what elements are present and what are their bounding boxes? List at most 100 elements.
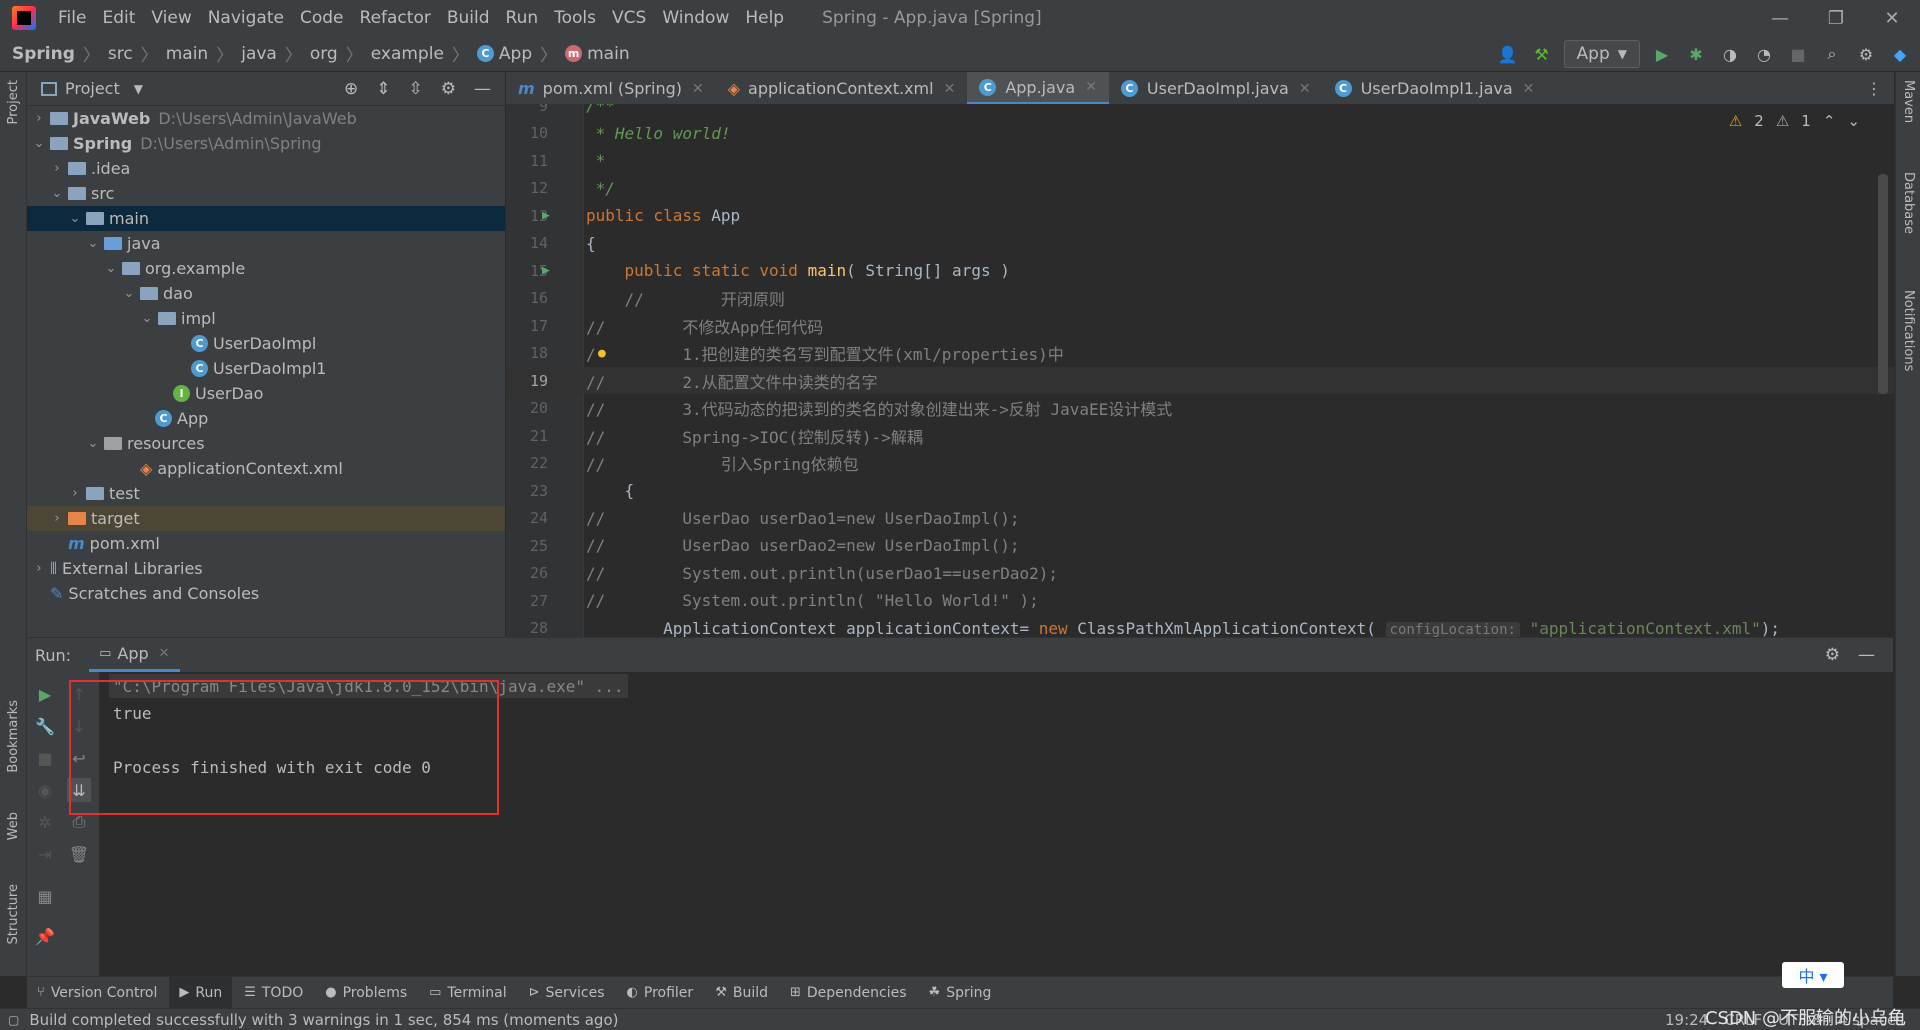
run-config-select[interactable]: App ▼ <box>1563 40 1640 68</box>
hide-icon[interactable]: — <box>1858 645 1875 665</box>
expand-all-icon[interactable]: ⇕ <box>376 79 390 99</box>
tree-item-external-libraries[interactable]: › ⦀ External Libraries <box>27 556 505 581</box>
chevron-right-icon[interactable]: › <box>49 161 65 176</box>
breadcrumb-item[interactable]: C App 〉 <box>476 41 565 66</box>
more-tabs-icon[interactable]: ⋮ <box>1854 72 1894 105</box>
editor-scrollbar[interactable] <box>1878 174 1888 394</box>
chevron-down-icon[interactable]: ⌄ <box>121 286 137 301</box>
code-line[interactable]: 14 { <box>506 230 1894 257</box>
project-panel-title[interactable]: Project <box>65 79 120 98</box>
hide-icon[interactable]: — <box>474 79 491 99</box>
locate-icon[interactable]: ⊕ <box>344 79 358 99</box>
code-line[interactable]: 27 // System.out.println( "Hello World!" … <box>506 587 1894 614</box>
breadcrumb-item[interactable]: src 〉 <box>108 41 166 67</box>
maven-tool-label[interactable]: Maven <box>1901 80 1916 123</box>
tree-item-java[interactable]: ⌄ java <box>27 231 505 256</box>
search-icon[interactable]: ⌕ <box>1820 42 1844 66</box>
tool-tab-dependencies[interactable]: ⊞ Dependencies <box>780 977 917 1009</box>
menu-navigate[interactable]: Navigate <box>200 0 292 36</box>
run-gutter-icon[interactable]: ▶ <box>542 208 550 223</box>
tool-tab-terminal[interactable]: ▭ Terminal <box>419 977 516 1009</box>
tree-item-scratches-and-consoles[interactable]: ✎ Scratches and Consoles <box>27 581 505 606</box>
run-gutter-icon[interactable]: ▶ <box>542 263 550 278</box>
code-line[interactable]: 25 // UserDao userDao2=new UserDaoImpl(); <box>506 532 1894 559</box>
tool-tab-spring[interactable]: ☘ Spring <box>919 977 1002 1009</box>
code-line[interactable]: 9 /** <box>506 104 1894 119</box>
breadcrumb-item[interactable]: java 〉 <box>241 41 310 67</box>
menu-refactor[interactable]: Refactor <box>352 0 439 36</box>
ime-widget[interactable]: 中 ▾ <box>1782 962 1844 988</box>
close-icon[interactable]: ✕ <box>692 81 704 97</box>
tool-tab-version-control[interactable]: ⑂ Version Control <box>27 977 167 1009</box>
user-icon[interactable]: 👤 <box>1496 42 1520 66</box>
tree-item-spring[interactable]: ⌄ Spring D:\Users\Admin\Spring <box>27 131 505 156</box>
code-line[interactable]: 10 * Hello world! <box>506 120 1894 147</box>
tab-pom-xml-spring-[interactable]: m pom.xml (Spring) ✕ <box>506 72 716 105</box>
tree-item-src[interactable]: ⌄ src <box>27 181 505 206</box>
tree-item-userdaoimpl[interactable]: C UserDaoImpl <box>27 331 505 356</box>
structure-tool-label[interactable]: Structure <box>6 884 21 944</box>
chevron-down-icon[interactable]: ⌄ <box>49 186 65 201</box>
tool-tab-run[interactable]: ▶ Run <box>169 976 233 1009</box>
code-line[interactable]: 17 // 不修改App任何代码 <box>506 312 1894 339</box>
tool-tab-problems[interactable]: ● Problems <box>315 977 417 1009</box>
tab-app-java[interactable]: C App.java ✕ <box>967 72 1109 105</box>
bookmarks-tool-label[interactable]: Bookmarks <box>6 700 21 773</box>
breadcrumb-item[interactable]: main 〉 <box>166 41 241 67</box>
tree-item-app[interactable]: C App <box>27 406 505 431</box>
coverage-icon[interactable]: ◑ <box>1718 42 1742 66</box>
tree-item-org-example[interactable]: ⌄ org.example <box>27 256 505 281</box>
menu-window[interactable]: Window <box>654 0 737 36</box>
tree-item-userdao[interactable]: I UserDao <box>27 381 505 406</box>
chevron-down-icon[interactable]: ▼ <box>134 82 143 96</box>
code-editor[interactable]: 9/** 10 * Hello world! 11 * 12 */13 ▶ public … <box>506 104 1894 637</box>
run-tab-app[interactable]: ▭ App ✕ <box>89 638 180 672</box>
menu-vcs[interactable]: VCS <box>604 0 654 36</box>
chevron-down-icon[interactable]: ⌄ <box>139 311 155 326</box>
code-line[interactable]: 26 // System.out.println(userDao1==userDa… <box>506 560 1894 587</box>
profile-icon[interactable]: ◔ <box>1752 42 1776 66</box>
close-window-button[interactable]: ✕ <box>1864 0 1920 36</box>
close-icon[interactable]: ✕ <box>159 646 170 661</box>
close-icon[interactable]: ✕ <box>944 81 956 97</box>
settings-gear-icon[interactable]: ⚙ <box>1854 42 1878 66</box>
code-line[interactable]: 23 { <box>506 477 1894 504</box>
code-line[interactable]: 24 // UserDao userDao1=new UserDaoImpl(); <box>506 505 1894 532</box>
close-icon[interactable]: ✕ <box>1299 81 1311 97</box>
tree-item-applicationcontext-xml[interactable]: ◈ applicationContext.xml <box>27 456 505 481</box>
collapse-all-icon[interactable]: ⇳ <box>409 79 423 99</box>
menu-view[interactable]: View <box>143 0 199 36</box>
code-line[interactable]: 18 / 1.把创建的类名写到配置文件(xml/properties)中 ● <box>506 340 1894 367</box>
tool-tab-profiler[interactable]: ◐ Profiler <box>617 977 704 1009</box>
code-line[interactable]: 20 // 3.代码动态的把读到的类名的对象创建出来->反射 JavaEE设计模式 <box>506 395 1894 422</box>
menu-tools[interactable]: Tools <box>546 0 604 36</box>
code-line[interactable]: 16 // 开闭原则 <box>506 285 1894 312</box>
layout-icon[interactable]: ▦ <box>33 884 57 908</box>
chevron-down-icon[interactable]: ⌄ <box>31 136 47 151</box>
chevron-right-icon[interactable]: › <box>31 561 47 576</box>
web-tool-label[interactable]: Web <box>6 812 21 840</box>
stop-icon[interactable]: ■ <box>1786 42 1810 66</box>
tree-item-target[interactable]: › target <box>27 506 505 531</box>
build-hammer-icon[interactable]: ⚒ <box>1530 42 1554 66</box>
tree-item-userdaoimpl1[interactable]: C UserDaoImpl1 <box>27 356 505 381</box>
code-line[interactable]: 22 // 引入Spring依赖包 <box>506 450 1894 477</box>
debug-icon[interactable]: ✱ <box>1684 42 1708 66</box>
run-icon[interactable]: ▶ <box>1650 42 1674 66</box>
chevron-right-icon[interactable]: › <box>49 511 65 526</box>
tree-item--idea[interactable]: › .idea <box>27 156 505 181</box>
tool-tab-todo[interactable]: ☰ TODO <box>234 977 313 1009</box>
breadcrumb-item[interactable]: Spring 〉 <box>12 41 108 67</box>
code-line[interactable]: 28 ApplicationContext applicationContext… <box>506 615 1894 637</box>
close-icon[interactable]: ✕ <box>1085 79 1097 95</box>
breadcrumb-item[interactable]: m main <box>565 44 630 64</box>
menu-help[interactable]: Help <box>737 0 792 36</box>
caret-position[interactable]: 19:24 <box>1665 1011 1708 1029</box>
login-icon[interactable]: ⇥ <box>33 842 57 866</box>
code-line[interactable]: 19 // 2.从配置文件中读类的名字 <box>506 367 1894 394</box>
tab-userdaoimpl-java[interactable]: C UserDaoImpl.java ✕ <box>1109 72 1323 105</box>
tree-item-main[interactable]: ⌄ main <box>27 206 505 231</box>
chevron-down-icon[interactable]: ⌄ <box>85 236 101 251</box>
tree-item-dao[interactable]: ⌄ dao <box>27 281 505 306</box>
tree-item-javaweb[interactable]: › JavaWeb D:\Users\Admin\JavaWeb <box>27 106 505 131</box>
